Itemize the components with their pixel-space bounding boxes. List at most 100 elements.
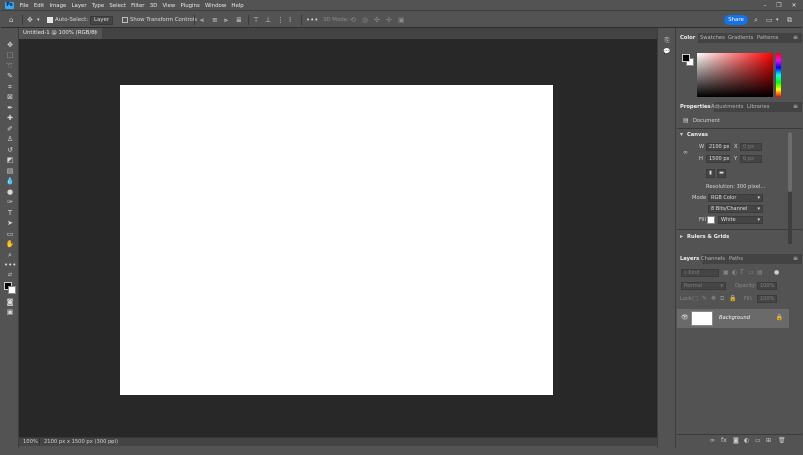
bit-depth-dropdown[interactable]: 8 Bits/Channel ▾ xyxy=(708,205,763,213)
marquee-tool-icon[interactable]: ⬚ xyxy=(4,50,16,60)
edit-toolbar-icon[interactable]: ••• xyxy=(4,260,16,270)
layer-filter-dropdown[interactable]: ⌕ Kind xyxy=(681,269,719,277)
chevron-right-icon[interactable]: ▸ xyxy=(680,233,683,241)
lock-all-icon[interactable]: 🔒 xyxy=(729,295,736,303)
rulers-grids-section-title[interactable]: Rulers & Grids xyxy=(687,233,729,241)
clone-stamp-tool-icon[interactable]: ♙ xyxy=(4,134,16,144)
eyedropper-tool-icon[interactable]: ✒ xyxy=(4,103,16,113)
share-button[interactable]: Share xyxy=(724,15,748,25)
menu-filter[interactable]: Filter xyxy=(129,3,148,9)
scrollbar-thumb[interactable] xyxy=(788,132,792,192)
lock-position-icon[interactable]: ✥ xyxy=(711,295,716,303)
menu-window[interactable]: Window xyxy=(202,3,228,9)
menu-edit[interactable]: Edit xyxy=(31,3,47,9)
workspace-icon[interactable]: ▭ xyxy=(766,15,773,25)
menu-image[interactable]: Image xyxy=(47,3,69,9)
distribute-spacing-icon[interactable]: ⁞ xyxy=(289,15,291,25)
layers-scrollbar[interactable] xyxy=(794,268,798,300)
move-tool-icon[interactable]: ✥ xyxy=(4,40,16,50)
filter-shape-icon[interactable]: ▭ xyxy=(748,269,754,277)
align-vertical-top-icon[interactable]: ⊤ xyxy=(253,15,259,25)
workspace-chevron-icon[interactable]: ▾ xyxy=(776,15,779,25)
color-mode-dropdown[interactable]: RGB Color ▾ xyxy=(708,194,763,202)
filter-smart-object-icon[interactable]: ▤ xyxy=(757,269,763,277)
menu-3d[interactable]: 3D xyxy=(147,3,160,9)
canvas-section-title[interactable]: Canvas xyxy=(687,131,708,139)
document-canvas[interactable] xyxy=(120,85,553,395)
link-icon[interactable]: ∞ xyxy=(683,149,688,157)
trash-icon[interactable]: 🗑 xyxy=(778,437,786,445)
menu-file[interactable]: File xyxy=(17,3,31,9)
default-colors-icon[interactable]: ⇄ xyxy=(4,270,16,280)
search-icon[interactable]: ⌕ xyxy=(754,15,758,25)
filter-type-icon[interactable]: T xyxy=(740,269,744,277)
tab-swatches[interactable]: Swatches xyxy=(697,33,728,43)
hue-slider[interactable] xyxy=(776,53,781,97)
eye-icon[interactable]: 👁 xyxy=(681,314,689,321)
distribute-icon[interactable]: ⋮ xyxy=(277,15,284,25)
foreground-color-swatch[interactable] xyxy=(682,54,690,62)
tab-patterns[interactable]: Patterns xyxy=(754,33,781,43)
y-field[interactable]: 0 px xyxy=(740,155,762,163)
align-left-icon[interactable]: ⫷ xyxy=(200,15,204,25)
menu-view[interactable]: View xyxy=(160,3,178,9)
align-top-icon[interactable]: ≣ xyxy=(236,15,242,25)
blend-mode-dropdown[interactable]: Normal ▾ xyxy=(681,282,726,290)
new-group-icon[interactable]: ▭ xyxy=(755,437,761,445)
zoom-level[interactable]: 100% xyxy=(23,438,38,446)
pen-tool-icon[interactable]: ✑ xyxy=(4,197,16,207)
panel-menu-icon[interactable]: ≡ xyxy=(793,254,798,264)
layer-lock-icon[interactable]: 🔒 xyxy=(776,314,783,321)
healing-brush-tool-icon[interactable]: ✚ xyxy=(4,113,16,123)
tab-color[interactable]: Color xyxy=(677,33,699,43)
height-field[interactable]: 1500 px xyxy=(706,155,730,163)
filter-toggle-icon[interactable]: ● xyxy=(774,269,779,277)
align-right-icon[interactable]: ⫸ xyxy=(224,15,228,25)
menu-layer[interactable]: Layer xyxy=(69,3,89,9)
tab-channels[interactable]: Channels xyxy=(698,254,728,264)
history-brush-tool-icon[interactable]: ↺ xyxy=(4,145,16,155)
properties-scrollbar[interactable] xyxy=(788,132,792,244)
eraser-tool-icon[interactable]: ◩ xyxy=(4,155,16,165)
screen-mode-icon[interactable]: ▣ xyxy=(4,307,16,317)
panel-menu-icon[interactable]: ≡ xyxy=(793,33,798,43)
chevron-down-icon[interactable]: ▾ xyxy=(680,131,683,139)
panel-menu-icon[interactable]: ≡ xyxy=(793,102,798,112)
color-picker-field[interactable] xyxy=(697,53,773,97)
auto-select-checkbox[interactable]: Auto-Select: xyxy=(47,15,88,25)
chevron-down-icon[interactable]: ▾ xyxy=(37,15,40,25)
tab-libraries[interactable]: Libraries xyxy=(744,102,772,112)
adjustment-layer-icon[interactable]: ◐ xyxy=(744,437,749,445)
auto-select-target-dropdown[interactable]: Layer xyxy=(90,15,114,25)
menu-help[interactable]: Help xyxy=(229,3,246,9)
more-options-icon[interactable]: ••• xyxy=(306,15,318,25)
minimize-icon[interactable]: – xyxy=(759,1,771,10)
maximize-icon[interactable]: ❐ xyxy=(773,1,785,10)
lock-image-icon[interactable]: ✎ xyxy=(702,295,707,303)
tab-gradients[interactable]: Gradients xyxy=(725,33,756,43)
discover-icon[interactable]: ⧉ xyxy=(787,15,792,25)
rectangle-tool-icon[interactable]: ▭ xyxy=(4,229,16,239)
align-center-icon[interactable]: ≡ xyxy=(212,15,218,25)
quick-mask-icon[interactable]: ◙ xyxy=(4,297,16,307)
show-transform-controls-checkbox[interactable]: Show Transform Controls xyxy=(122,15,197,25)
link-layers-icon[interactable]: ∞ xyxy=(710,437,715,445)
crop-tool-icon[interactable]: ⌗ xyxy=(4,82,16,92)
tab-paths[interactable]: Paths xyxy=(726,254,746,264)
fill-field[interactable]: 100% xyxy=(757,295,777,303)
dodge-tool-icon[interactable]: ● xyxy=(4,187,16,197)
filter-adjustment-icon[interactable]: ◐ xyxy=(732,269,737,277)
document-tab[interactable]: Untitled-1 @ 100% (RGB/8) ✕ xyxy=(19,28,102,39)
brush-tool-icon[interactable]: ✐ xyxy=(4,124,16,134)
lasso-tool-icon[interactable]: ➰ xyxy=(4,61,16,71)
fill-color-swatch[interactable] xyxy=(707,216,715,224)
close-icon[interactable]: ✕ xyxy=(788,1,800,10)
history-panel-icon[interactable]: ⎘ xyxy=(661,36,673,46)
status-menu-chevron-icon[interactable]: › xyxy=(110,438,112,446)
zoom-tool-icon[interactable]: ⌕ xyxy=(4,250,16,260)
layer-style-icon[interactable]: fx xyxy=(721,437,727,445)
frame-tool-icon[interactable]: ⊠ xyxy=(4,92,16,102)
path-selection-tool-icon[interactable]: ➤ xyxy=(4,218,16,228)
layer-name[interactable]: Background xyxy=(719,315,750,321)
align-vertical-center-icon[interactable]: ⊥ xyxy=(265,15,271,25)
